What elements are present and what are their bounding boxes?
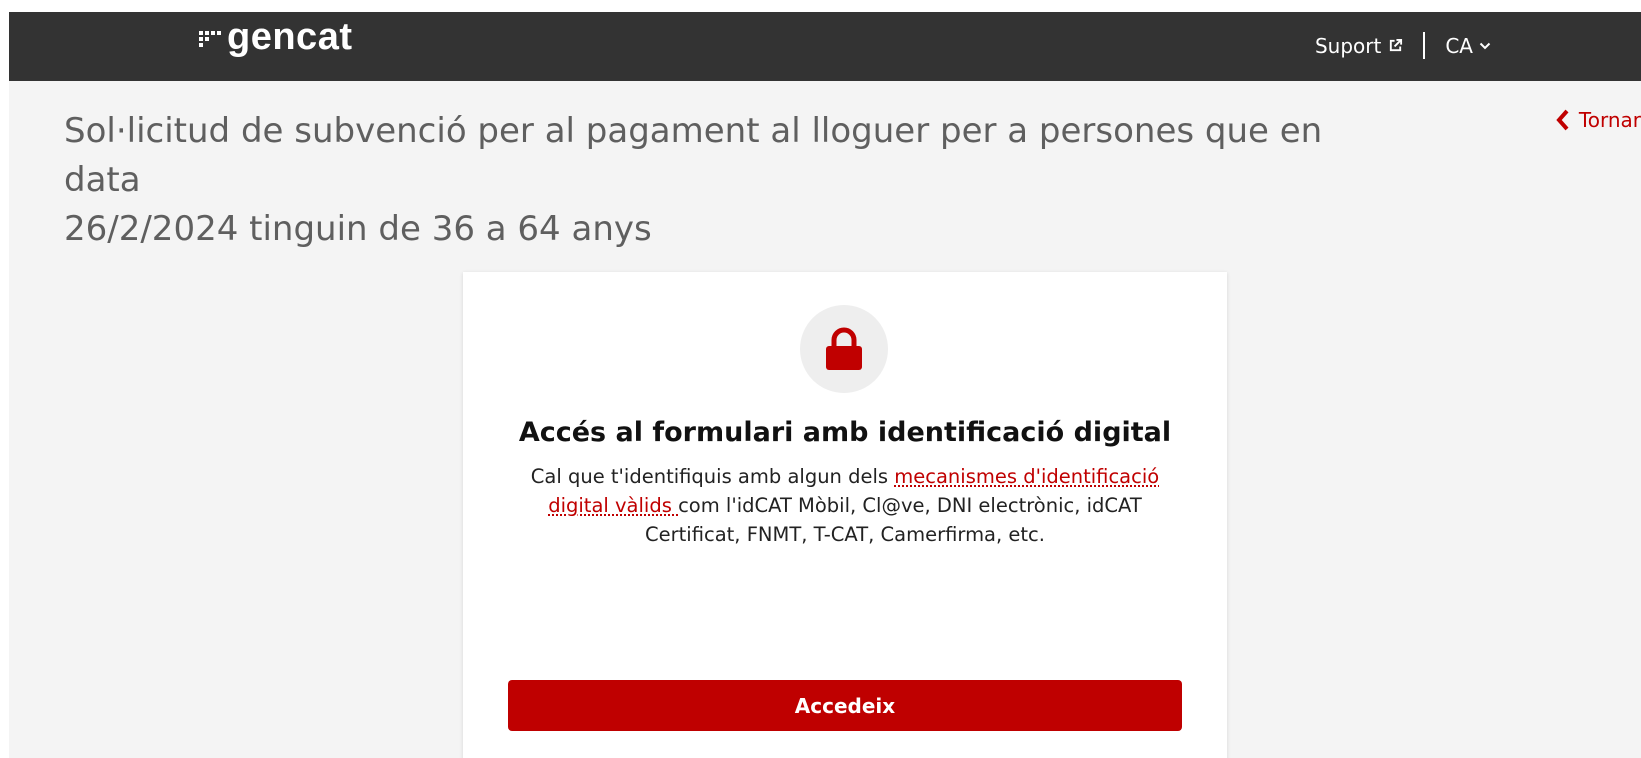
support-label: Suport: [1314, 33, 1382, 58]
external-link-icon: [1390, 38, 1403, 52]
language-selector[interactable]: CA: [1445, 34, 1491, 58]
lock-icon: [826, 327, 862, 370]
login-card: Accés al formulari amb identificació dig…: [463, 272, 1227, 758]
access-button[interactable]: Accedeix: [508, 680, 1182, 731]
nav-separator: [1423, 32, 1426, 59]
card-heading: Accés al formulari amb identificació dig…: [518, 417, 1172, 448]
page-title-line-1: Sol·licitud de subvenció per al pagament…: [64, 111, 1323, 200]
card-text-after: com l'idCAT Mòbil, Cl@ve, DNI electrònic…: [645, 494, 1142, 546]
top-right-nav: Suport CA: [1315, 32, 1491, 59]
page-title-line-2: 26/2/2024 tinguin de 36 a 64 anys: [64, 209, 652, 249]
card-description: Cal que t'identifiquis amb algun dels me…: [513, 462, 1177, 549]
support-link[interactable]: Suport: [1315, 34, 1403, 58]
top-bar: gencat Suport CA: [9, 12, 1641, 81]
gencat-logo[interactable]: gencat: [199, 18, 352, 56]
chevron-left-icon: [1556, 109, 1569, 131]
back-label: Tornar: [1578, 108, 1641, 132]
chevron-down-icon: [1479, 42, 1491, 49]
language-label: CA: [1445, 33, 1473, 58]
card-text-before: Cal que t'identifiquis amb algun dels: [530, 465, 895, 488]
back-link[interactable]: Tornar: [1556, 108, 1641, 132]
logo-text: gencat: [227, 16, 353, 58]
lock-badge: [800, 305, 888, 393]
gencat-logo-icon: [199, 31, 221, 47]
page: gencat Suport CA Sol·licitud de subvenci…: [9, 12, 1641, 758]
page-title: Sol·licitud de subvenció per al pagament…: [64, 107, 1364, 254]
